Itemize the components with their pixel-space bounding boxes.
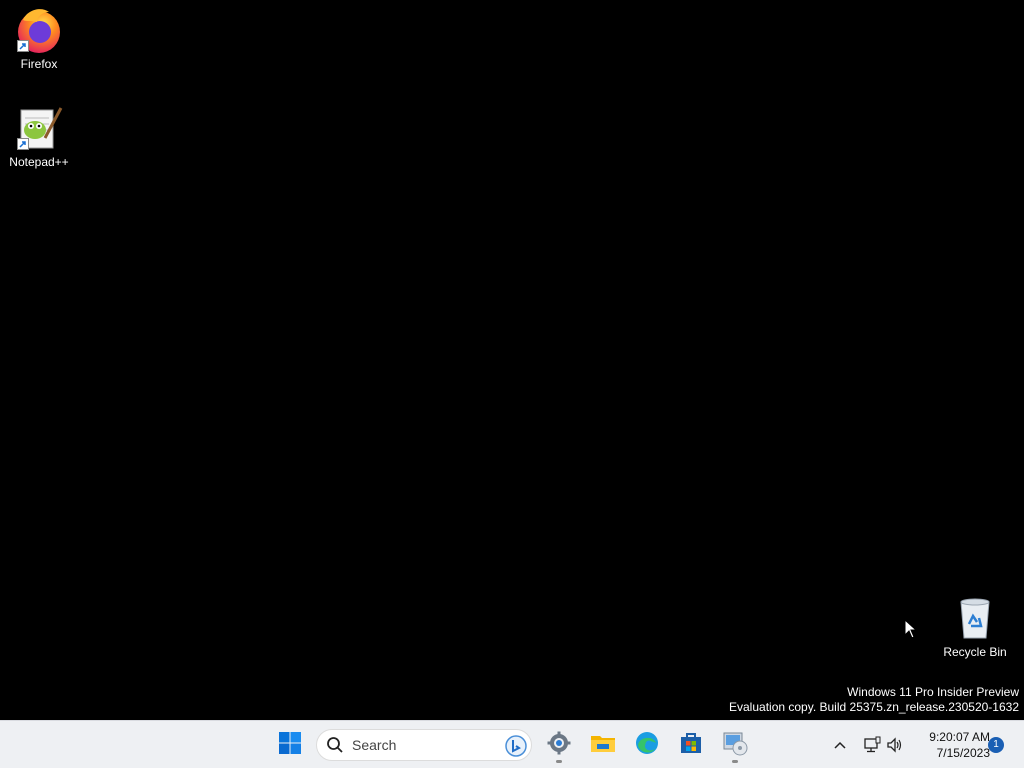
start-button[interactable] [270, 725, 310, 765]
shortcut-arrow-icon [17, 138, 29, 150]
bing-icon[interactable] [504, 734, 528, 758]
network-button[interactable] [862, 735, 882, 755]
desktop-icon-recycle-bin[interactable]: Recycle Bin [937, 594, 1013, 659]
desktop-icon-label: Recycle Bin [943, 645, 1007, 659]
desktop-icon-firefox[interactable]: Firefox [1, 6, 77, 71]
notification-badge[interactable]: 1 [988, 737, 1004, 753]
shortcut-arrow-icon [17, 40, 29, 52]
search-icon [327, 737, 343, 753]
search-box[interactable]: Search [316, 729, 532, 761]
windows-start-icon [278, 731, 302, 760]
taskbar-file-explorer-button[interactable] [583, 725, 623, 765]
search-label: Search [352, 737, 397, 753]
desktop-icon-notepadpp[interactable]: Notepad++ [1, 104, 77, 169]
taskbar-edge-button[interactable] [627, 725, 667, 765]
clock-time: 9:20:07 AM [929, 730, 990, 744]
microsoft-store-icon [679, 731, 703, 760]
file-explorer-icon [590, 731, 616, 760]
firefox-icon [15, 6, 63, 54]
windows-watermark: Windows 11 Pro Insider Preview Evaluatio… [729, 685, 1019, 715]
mouse-cursor-icon [904, 618, 918, 639]
watermark-line-2: Evaluation copy. Build 25375.zn_release.… [729, 700, 1019, 714]
taskbar-settings-button[interactable] [539, 725, 579, 765]
taskbar-store-button[interactable] [671, 725, 711, 765]
clock-date: 7/15/2023 [936, 746, 990, 760]
chevron-up-icon [834, 741, 846, 749]
desktop-icon-label: Notepad++ [9, 155, 69, 169]
taskbar-disk-utility-button[interactable] [715, 725, 755, 765]
volume-button[interactable] [885, 735, 905, 755]
watermark-line-1: Windows 11 Pro Insider Preview [847, 685, 1019, 699]
network-icon [864, 736, 881, 753]
edge-icon [635, 731, 659, 760]
disk-utility-icon [722, 730, 748, 761]
clock-button[interactable]: 9:20:07 AM 7/15/2023 [912, 729, 990, 761]
desktop: Firefox Notepad++ Recycle Bin Windows 11… [0, 0, 1024, 720]
recycle-bin-icon [951, 594, 999, 642]
volume-icon [887, 737, 902, 753]
taskbar: Search 9:20:07 AM 7/15/2023 1 [0, 720, 1024, 768]
settings-gear-icon [547, 731, 571, 760]
desktop-icon-label: Firefox [20, 57, 58, 71]
show-hidden-icons-button[interactable] [830, 735, 850, 755]
running-indicator [556, 760, 562, 763]
notepadpp-icon [15, 104, 63, 152]
running-indicator [732, 760, 738, 763]
